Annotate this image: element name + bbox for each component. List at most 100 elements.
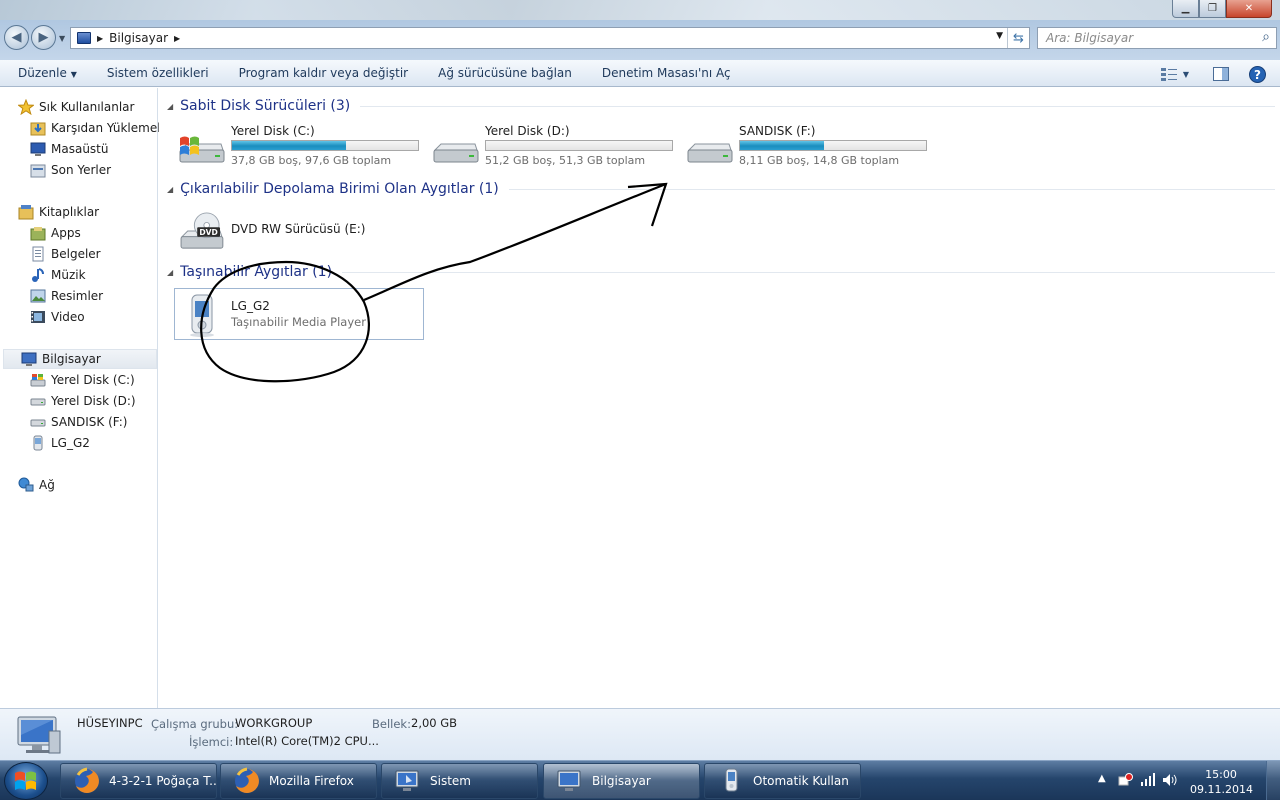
drive-usage-fill	[232, 141, 347, 150]
organize-menu[interactable]: Düzenle ▼	[0, 66, 92, 80]
minimize-button[interactable]: ▁	[1172, 0, 1199, 18]
hard-drive-icon	[30, 393, 46, 409]
video-icon	[30, 309, 46, 325]
collapse-icon[interactable]: ◢	[167, 102, 173, 111]
breadcrumb-bilgisayar[interactable]: Bilgisayar	[109, 31, 168, 45]
sidebar-item-label: Resimler	[51, 289, 104, 303]
breadcrumb-arrow-icon[interactable]: ▶	[174, 34, 180, 43]
phone-icon	[725, 768, 738, 792]
group-header-portable[interactable]: ◢ Taşınabilir Aygıtlar (1)	[167, 264, 1275, 280]
taskbar-button-label: 4-3-2-1 Poğaça T...	[109, 774, 217, 788]
sidebar-item-computer[interactable]: Bilgisayar	[3, 349, 157, 369]
desktop-icon	[30, 141, 46, 157]
sidebar-item-label: Müzik	[51, 268, 86, 282]
start-button[interactable]	[4, 762, 48, 800]
search-input[interactable]: Ara: Bilgisayar ⌕	[1037, 27, 1277, 49]
drive-space-text: 51,2 GB boş, 51,3 GB toplam	[485, 154, 646, 167]
taskbar-button-sistem[interactable]: Sistem	[381, 763, 538, 799]
open-control-panel-button[interactable]: Denetim Masası'nı Aç	[587, 66, 746, 80]
group-title: Çıkarılabilir Depolama Birimi Olan Aygıt…	[180, 181, 499, 197]
address-bar[interactable]: ▶ Bilgisayar ▶ ▼ ⇆	[70, 27, 1030, 49]
sidebar-item-label: Yerel Disk (D:)	[51, 394, 136, 408]
group-header-hard-disks[interactable]: ◢ Sabit Disk Sürücüleri (3)	[167, 98, 1275, 114]
content-pane: ◢ Sabit Disk Sürücüleri (3) Yerel Disk (…	[159, 88, 1280, 708]
preview-pane-button[interactable]	[1210, 64, 1232, 84]
sidebar-item-label: LG_G2	[51, 436, 90, 450]
sidebar-item-label: Belgeler	[51, 247, 101, 261]
taskbar-button-mozilla-firefox[interactable]: Mozilla Firefox	[220, 763, 377, 799]
sidebar-item-libraries[interactable]: Kitaplıklar	[18, 202, 176, 222]
system-clock[interactable]: 15:00 09.11.2014	[1190, 767, 1253, 797]
hard-drive-icon	[30, 414, 46, 430]
memory-label: Bellek:	[372, 717, 411, 731]
group-title: Taşınabilir Aygıtlar (1)	[180, 264, 333, 280]
workgroup-label: Çalışma grubu:	[151, 717, 239, 731]
taskbar-button-label: Sistem	[430, 774, 471, 788]
sidebar-item-network[interactable]: Ağ	[18, 475, 176, 495]
group-header-removable[interactable]: ◢ Çıkarılabilir Depolama Birimi Olan Ayg…	[167, 181, 1275, 197]
documents-icon	[30, 246, 46, 262]
show-hidden-icons-icon[interactable]: ▲	[1098, 773, 1106, 784]
drive-usage-fill	[740, 141, 825, 150]
show-desktop-button[interactable]	[1266, 761, 1280, 800]
search-icon[interactable]: ⌕	[1262, 29, 1270, 45]
media-player-icon	[30, 435, 46, 451]
computer-name: HÜSEYINPC	[77, 716, 143, 730]
collapse-icon[interactable]: ◢	[167, 185, 173, 194]
forward-button[interactable]: ▶	[31, 25, 56, 50]
computer-icon	[17, 716, 61, 754]
uninstall-program-button[interactable]: Program kaldır veya değiştir	[224, 66, 424, 80]
windows-logo-icon	[15, 771, 36, 790]
system-properties-button[interactable]: Sistem özellikleri	[92, 66, 224, 80]
recent-places-icon	[30, 162, 46, 178]
drive-name: SANDISK (F:)	[739, 124, 816, 138]
navigation-pane: Sık Kullanılanlar Karşıdan Yüklemeler Ma…	[0, 88, 173, 708]
drive-usage-bar	[231, 140, 419, 151]
svg-text:DVD: DVD	[199, 228, 217, 237]
history-dropdown-icon[interactable]: ▼	[59, 34, 65, 43]
map-network-drive-button[interactable]: Ağ sürücüsüne bağlan	[423, 66, 587, 80]
drive-c[interactable]: Yerel Disk (C:) 37,8 GB boş, 97,6 GB top…	[175, 124, 425, 174]
sidebar-item-label: Kitaplıklar	[39, 205, 100, 219]
clock-date: 09.11.2014	[1190, 783, 1253, 796]
sidebar-item-label: Video	[51, 310, 85, 324]
back-button[interactable]: ◀	[4, 25, 29, 50]
volume-icon[interactable]	[1162, 773, 1178, 787]
signal-strength-icon[interactable]	[1140, 773, 1156, 787]
computer-icon	[557, 770, 581, 791]
view-options-button[interactable]: ▼	[1156, 64, 1194, 84]
sidebar-item-label: Yerel Disk (C:)	[51, 373, 135, 387]
drive-name: Yerel Disk (D:)	[485, 124, 570, 138]
close-button[interactable]: ✕	[1226, 0, 1272, 18]
window-titlebar: ▁ ❐ ✕ ◀ ▶ ▼ ▶ Bilgisayar ▶ ▼ ⇆ Ara: Bilg…	[0, 0, 1280, 60]
breadcrumb-separator-icon[interactable]: ▶	[97, 34, 103, 43]
drive-dvd-e[interactable]: DVD DVD RW Sürücüsü (E:)	[175, 206, 425, 256]
taskbar-button-bilgisayar[interactable]: Bilgisayar	[543, 763, 700, 799]
drive-f[interactable]: SANDISK (F:) 8,11 GB boş, 14,8 GB toplam	[683, 124, 933, 174]
sidebar-item-favorites[interactable]: Sık Kullanılanlar	[18, 97, 176, 117]
collapse-icon[interactable]: ◢	[167, 268, 173, 277]
taskbar-button-otomatik-kullan[interactable]: Otomatik Kullan	[704, 763, 861, 799]
hard-drive-icon	[433, 143, 479, 163]
dvd-drive-icon: DVD	[180, 212, 224, 249]
libraries-icon	[18, 204, 34, 220]
windows-drive-icon	[30, 372, 46, 388]
command-toolbar: Düzenle ▼ Sistem özellikleri Program kal…	[0, 60, 1280, 87]
drive-d[interactable]: Yerel Disk (D:) 51,2 GB boş, 51,3 GB top…	[429, 124, 679, 174]
help-button[interactable]: ?	[1246, 64, 1268, 84]
drive-name: DVD RW Sürücüsü (E:)	[231, 222, 366, 236]
taskbar-button-firefox-pogaca[interactable]: 4-3-2-1 Poğaça T...	[60, 763, 217, 799]
group-title: Sabit Disk Sürücüleri (3)	[180, 98, 351, 114]
device-lg-g2[interactable]: LG_G2 Taşınabilir Media Player	[174, 288, 424, 340]
drive-space-text: 8,11 GB boş, 14,8 GB toplam	[739, 154, 900, 167]
usb-safely-remove-icon[interactable]	[1117, 772, 1133, 788]
organize-label: Düzenle	[18, 66, 67, 80]
details-pane: HÜSEYINPC Çalışma grubu: WORKGROUP Belle…	[0, 708, 1280, 760]
refresh-icon[interactable]: ⇆	[1007, 28, 1029, 48]
svg-text:?: ?	[1254, 68, 1261, 82]
maximize-button[interactable]: ❐	[1199, 0, 1226, 18]
address-dropdown-icon[interactable]: ▼	[996, 31, 1003, 41]
search-placeholder: Ara: Bilgisayar	[1046, 31, 1134, 45]
media-player-icon	[190, 294, 214, 337]
firefox-icon	[75, 767, 99, 793]
